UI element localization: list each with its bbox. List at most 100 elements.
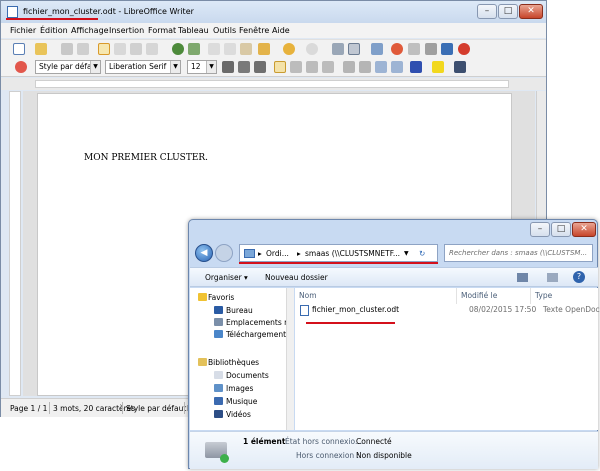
spellcheck-icon[interactable]	[172, 43, 184, 55]
menu-format[interactable]: Format	[148, 26, 176, 35]
address-crumb-computer[interactable]: Ordi...	[266, 249, 289, 258]
address-bar[interactable]: ▸ Ordi... ▸ smaas (\\CLUSTSMNETF... ▼ ↻	[239, 244, 438, 262]
refresh-icon[interactable]: ↻	[419, 249, 425, 258]
font-name-select[interactable]: Liberation Serif ▼	[105, 60, 181, 74]
navigator-icon[interactable]	[425, 43, 437, 55]
undo-icon[interactable]	[283, 43, 295, 55]
autospell-icon[interactable]	[188, 43, 200, 55]
copy-icon[interactable]	[224, 43, 236, 55]
vertical-ruler[interactable]	[9, 91, 21, 396]
print-preview-icon[interactable]	[146, 43, 158, 55]
explorer-close-button[interactable]: ✕	[572, 222, 596, 237]
bold-icon[interactable]	[222, 61, 234, 73]
align-left-icon[interactable]	[274, 61, 286, 73]
star-icon	[198, 293, 207, 301]
explorer-maximize-button[interactable]: □	[551, 222, 571, 237]
column-header-modified[interactable]: Modifié le	[457, 288, 531, 304]
nav-libraries[interactable]: Bibliothèques	[208, 358, 259, 367]
computer-icon	[244, 249, 255, 258]
justify-icon[interactable]	[322, 61, 334, 73]
menu-affichage[interactable]: Affichage	[71, 26, 109, 35]
print-icon[interactable]	[130, 43, 142, 55]
menu-edition[interactable]: Édition	[40, 26, 68, 35]
nav-videos[interactable]: Vidéos	[226, 410, 251, 419]
status-page[interactable]: Page 1 / 1	[10, 404, 47, 413]
italic-icon[interactable]	[238, 61, 250, 73]
nav-music[interactable]: Musique	[226, 397, 257, 406]
nav-images[interactable]: Images	[226, 384, 253, 393]
organize-button[interactable]: Organiser ▾	[205, 273, 248, 282]
image-icon[interactable]	[371, 43, 383, 55]
menu-fenetre[interactable]: Fenêtre	[239, 26, 269, 35]
nav-desktop[interactable]: Bureau	[226, 306, 253, 315]
writer-title-bar: fichier_mon_cluster.odt - LibreOffice Wr…	[1, 1, 546, 23]
preview-pane-icon[interactable]	[547, 273, 558, 282]
writer-close-button[interactable]: ✕	[519, 4, 543, 19]
cut-icon[interactable]	[208, 43, 220, 55]
search-box[interactable]: Rechercher dans : smaas (\\CLUSTSM...	[444, 244, 593, 262]
save-icon[interactable]	[61, 43, 73, 55]
align-right-icon[interactable]	[306, 61, 318, 73]
nav-documents[interactable]: Documents	[226, 371, 269, 380]
styles-icon[interactable]	[15, 61, 27, 73]
find-replace-icon[interactable]	[408, 43, 420, 55]
email-icon[interactable]	[77, 43, 89, 55]
column-header-type[interactable]: Type	[531, 288, 598, 304]
document-text[interactable]: MON PREMIER CLUSTER.	[84, 153, 208, 163]
column-header-name[interactable]: Nom	[295, 288, 457, 304]
underline-icon[interactable]	[254, 61, 266, 73]
show-draw-icon[interactable]	[391, 43, 403, 55]
navigation-scrollbar[interactable]	[286, 288, 294, 430]
explorer-command-bar: Organiser ▾ Nouveau dossier ?	[190, 267, 598, 287]
new-document-icon[interactable]	[13, 43, 25, 55]
help-icon[interactable]	[458, 43, 470, 55]
view-options-icon[interactable]	[517, 273, 528, 282]
back-button[interactable]: ◀	[195, 244, 213, 262]
background-color-icon[interactable]	[454, 61, 466, 73]
forward-button[interactable]	[215, 244, 233, 262]
chevron-down-icon[interactable]: ▼	[404, 250, 409, 257]
clone-format-icon[interactable]	[258, 43, 270, 55]
increase-indent-icon[interactable]	[391, 61, 403, 73]
file-name[interactable]: fichier_mon_cluster.odt	[312, 305, 399, 314]
nav-downloads[interactable]: Téléchargements	[226, 330, 290, 339]
menu-fichier[interactable]: Fichier	[10, 26, 36, 35]
nav-favorites[interactable]: Favoris	[208, 293, 234, 302]
highlight-icon[interactable]	[432, 61, 444, 73]
edit-mode-icon[interactable]	[98, 43, 110, 55]
align-center-icon[interactable]	[290, 61, 302, 73]
menu-insertion[interactable]: Insertion	[109, 26, 144, 35]
new-folder-button[interactable]: Nouveau dossier	[265, 273, 328, 282]
desktop-icon	[214, 306, 223, 314]
formatting-marks-icon[interactable]	[441, 43, 453, 55]
font-size-select[interactable]: 12 ▼	[187, 60, 217, 74]
numbering-icon[interactable]	[343, 61, 355, 73]
writer-minimize-button[interactable]: –	[477, 4, 497, 19]
menu-tableau[interactable]: Tableau	[178, 26, 209, 35]
help-icon[interactable]: ?	[573, 271, 585, 283]
paste-icon[interactable]	[240, 43, 252, 55]
font-color-icon[interactable]	[410, 61, 422, 73]
menu-aide[interactable]: Aide	[272, 26, 290, 35]
explorer-minimize-button[interactable]: –	[530, 222, 550, 237]
writer-maximize-button[interactable]: □	[498, 4, 518, 19]
export-pdf-icon[interactable]	[114, 43, 126, 55]
table-icon[interactable]	[348, 43, 360, 55]
decrease-indent-icon[interactable]	[375, 61, 387, 73]
open-folder-icon[interactable]	[35, 43, 47, 55]
details-pane: 1 élément État hors connexio... Connecté…	[190, 431, 598, 469]
formatting-toolbar: Style par défaut ▼ Liberation Serif ▼ 12 ▼	[1, 57, 546, 77]
redo-icon[interactable]	[306, 43, 318, 55]
status-page-style[interactable]: Style par défaut	[126, 404, 186, 413]
offline-state-value: Connecté	[356, 437, 392, 446]
hyperlink-icon[interactable]	[332, 43, 344, 55]
bullets-icon[interactable]	[359, 61, 371, 73]
offline-availability-label: Hors connexion :	[296, 451, 360, 460]
nav-recent-places[interactable]: Emplacements ré	[226, 318, 292, 327]
paragraph-style-select[interactable]: Style par défaut ▼	[35, 60, 101, 74]
search-input[interactable]: Rechercher dans : smaas (\\CLUSTSM...	[449, 249, 587, 257]
chevron-down-icon: ▼	[170, 61, 180, 73]
menu-outils[interactable]: Outils	[213, 26, 236, 35]
address-crumb-share[interactable]: smaas (\\CLUSTSMNETF...	[305, 249, 400, 258]
horizontal-ruler[interactable]	[1, 78, 546, 90]
